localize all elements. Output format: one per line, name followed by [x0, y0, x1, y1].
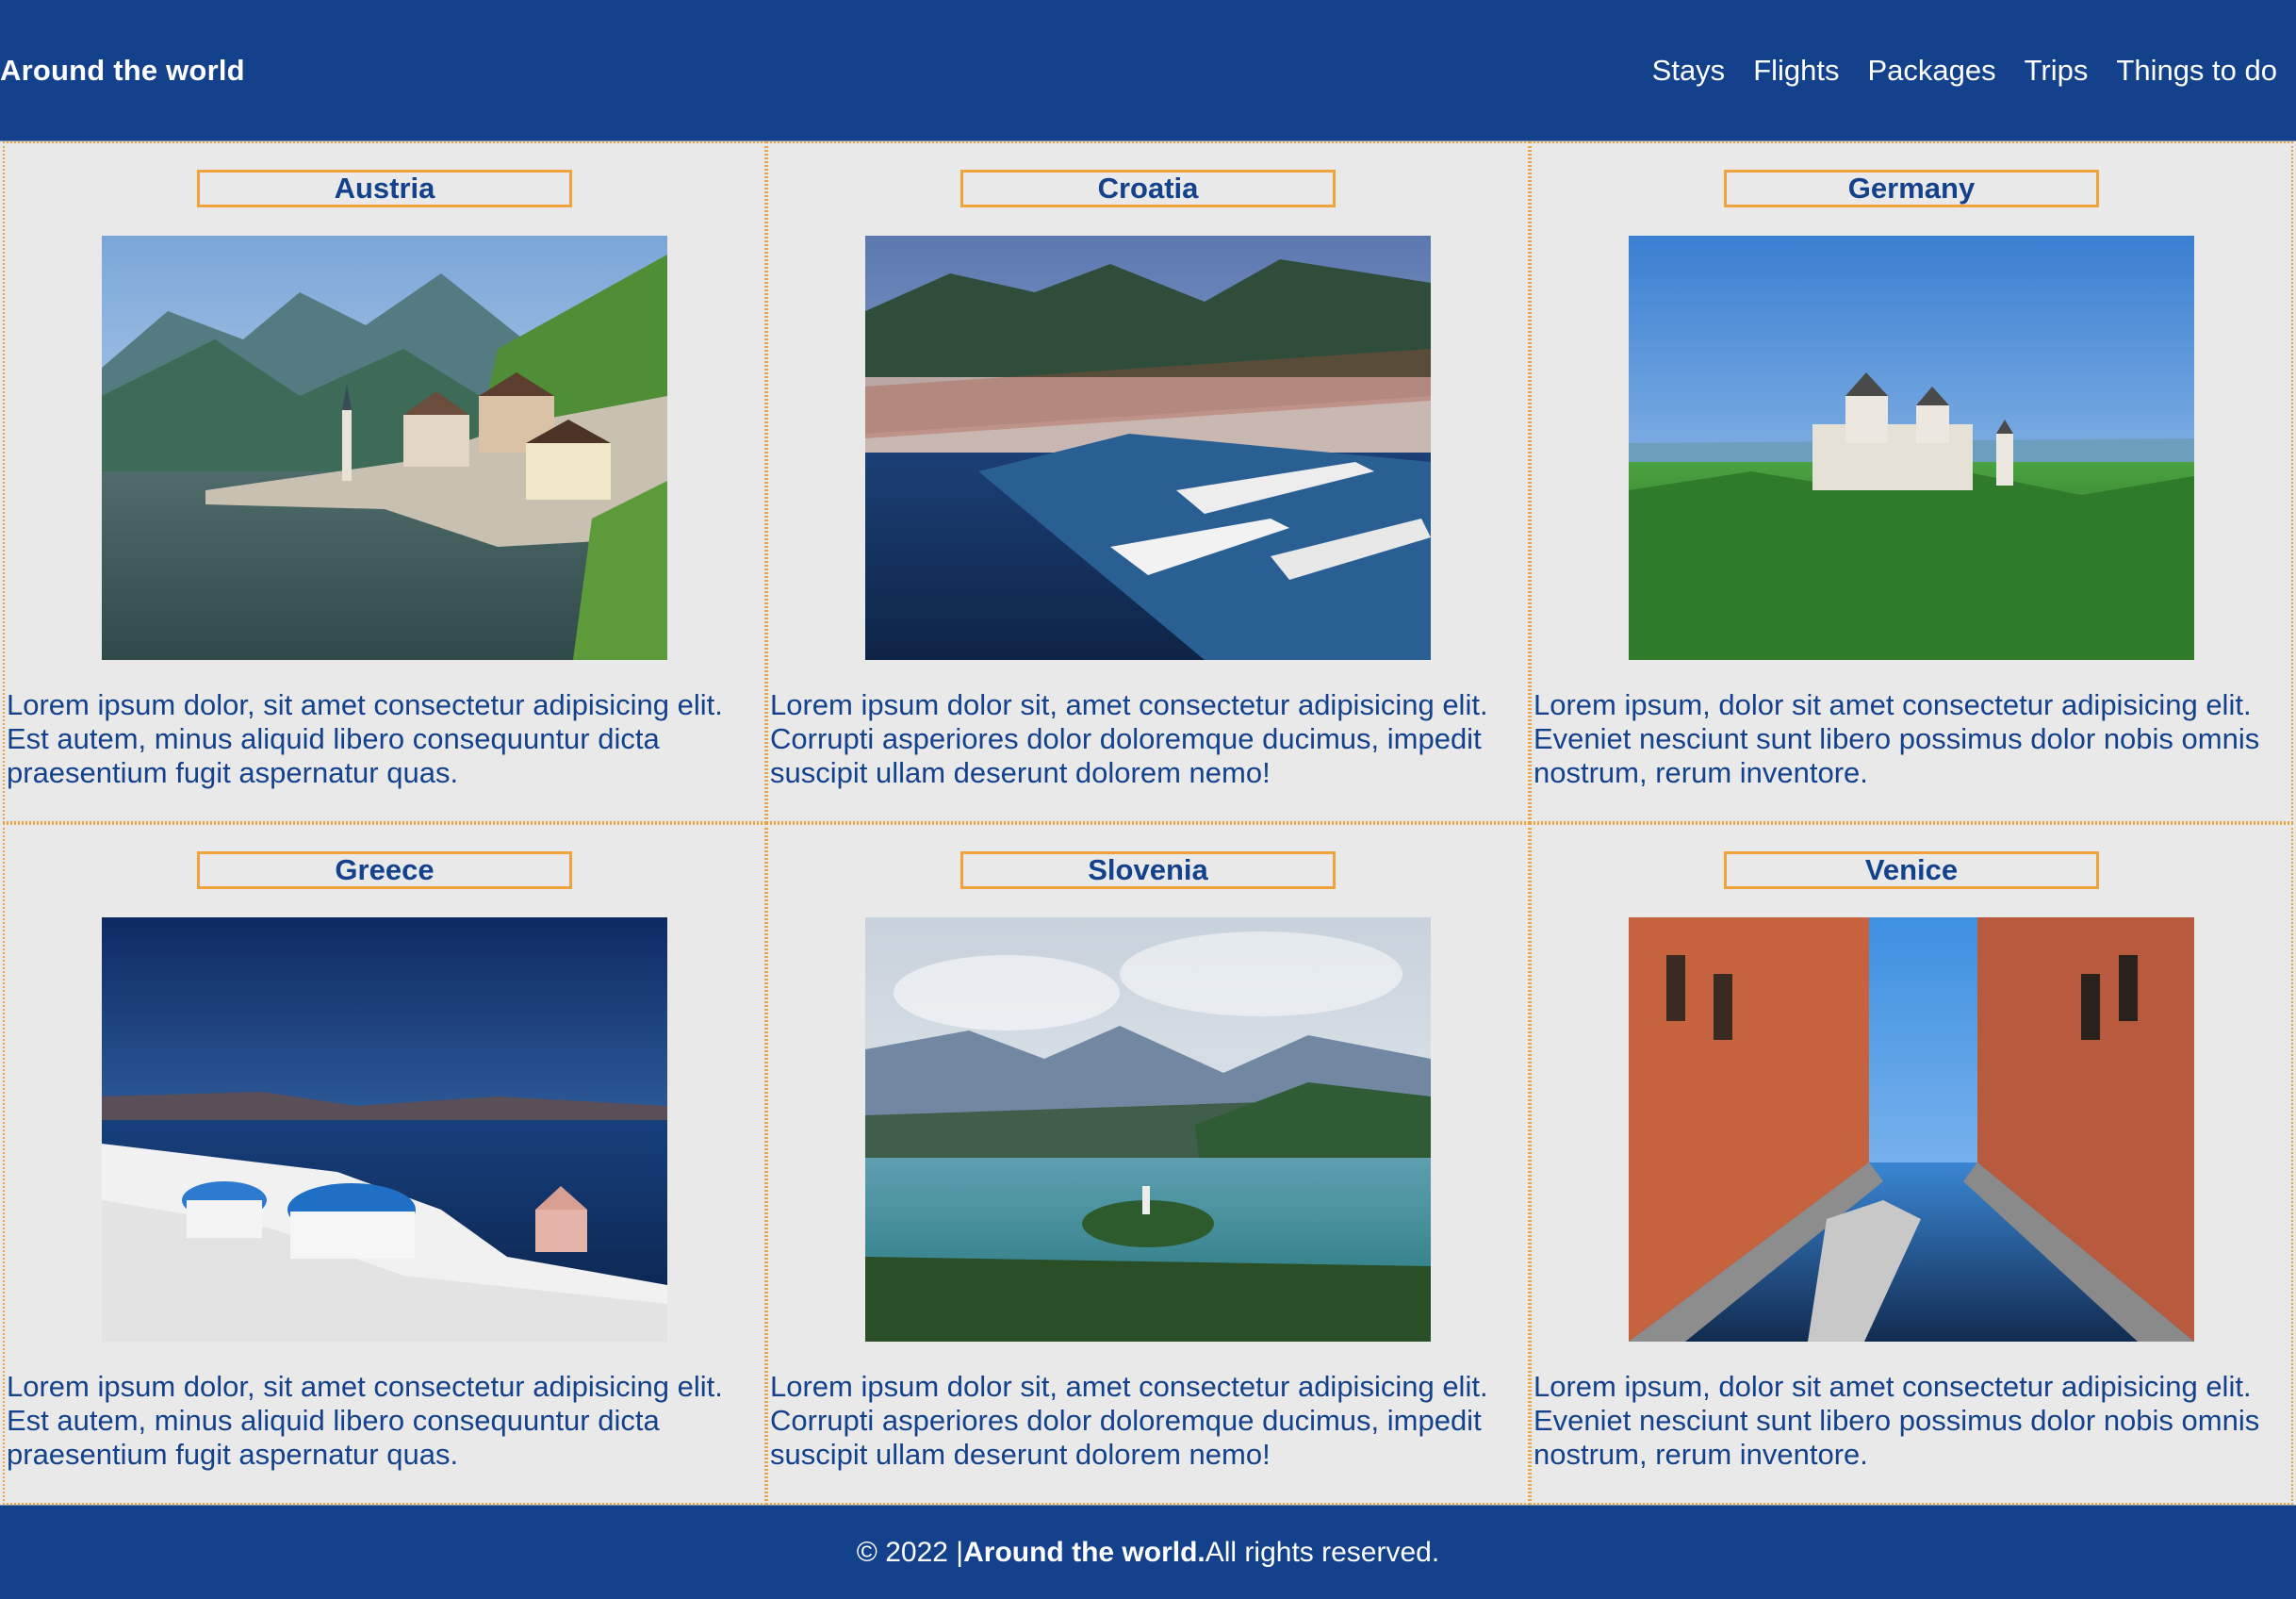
- nav-trips[interactable]: Trips: [2025, 54, 2089, 88]
- card-description: Lorem ipsum dolor, sit amet consectetur …: [7, 1370, 723, 1471]
- destination-card-croatia: Croatia Lorem ipsum dolor sit, amet cons…: [766, 141, 1530, 823]
- austria-lake-village-image: [102, 236, 667, 660]
- card-description: Lorem ipsum, dolor sit amet consectetur …: [1533, 1370, 2260, 1471]
- card-title: Slovenia: [960, 851, 1336, 889]
- footer-brand: Around the world.: [963, 1536, 1205, 1568]
- nav-packages[interactable]: Packages: [1868, 54, 1996, 88]
- nav-flights[interactable]: Flights: [1753, 54, 1839, 88]
- card-title: Venice: [1724, 851, 2099, 889]
- nav-things-to-do[interactable]: Things to do: [2116, 54, 2277, 88]
- card-description: Lorem ipsum dolor sit, amet consectetur …: [770, 688, 1488, 789]
- footer-rights: All rights reserved.: [1205, 1536, 1440, 1568]
- destination-card-greece: Greece Lorem ipsum dolor, sit amet conse…: [3, 823, 766, 1505]
- greece-santorini-image: [102, 917, 667, 1342]
- card-title: Germany: [1724, 170, 2099, 207]
- destination-grid: Austria Lorem ipsum dolor, sit amet cons…: [0, 141, 2296, 1505]
- site-footer: © 2022 | Around the world. All rights re…: [0, 1505, 2296, 1599]
- croatia-harbor-image: [865, 236, 1431, 660]
- germany-castle-image: [1629, 236, 2194, 660]
- footer-copyright: © 2022 |: [856, 1536, 964, 1568]
- card-title: Greece: [197, 851, 572, 889]
- venice-canal-image: [1629, 917, 2194, 1342]
- slovenia-lake-bled-image: [865, 917, 1431, 1342]
- destination-card-germany: Germany Lorem ipsum, dolor sit amet cons…: [1530, 141, 2293, 823]
- main-nav: Stays Flights Packages Trips Things to d…: [1652, 54, 2277, 88]
- card-title: Austria: [197, 170, 572, 207]
- card-title: Croatia: [960, 170, 1336, 207]
- nav-stays[interactable]: Stays: [1652, 54, 1726, 88]
- destination-card-slovenia: Slovenia Lorem ipsum dolor sit, amet con…: [766, 823, 1530, 1505]
- destination-card-venice: Venice Lorem ipsum, dolor sit amet conse…: [1530, 823, 2293, 1505]
- site-header: Around the world Stays Flights Packages …: [0, 0, 2296, 141]
- card-description: Lorem ipsum dolor sit, amet consectetur …: [770, 1370, 1488, 1471]
- site-brand[interactable]: Around the world: [0, 54, 245, 88]
- card-description: Lorem ipsum dolor, sit amet consectetur …: [7, 688, 723, 789]
- destination-card-austria: Austria Lorem ipsum dolor, sit amet cons…: [3, 141, 766, 823]
- card-description: Lorem ipsum, dolor sit amet consectetur …: [1533, 688, 2260, 789]
